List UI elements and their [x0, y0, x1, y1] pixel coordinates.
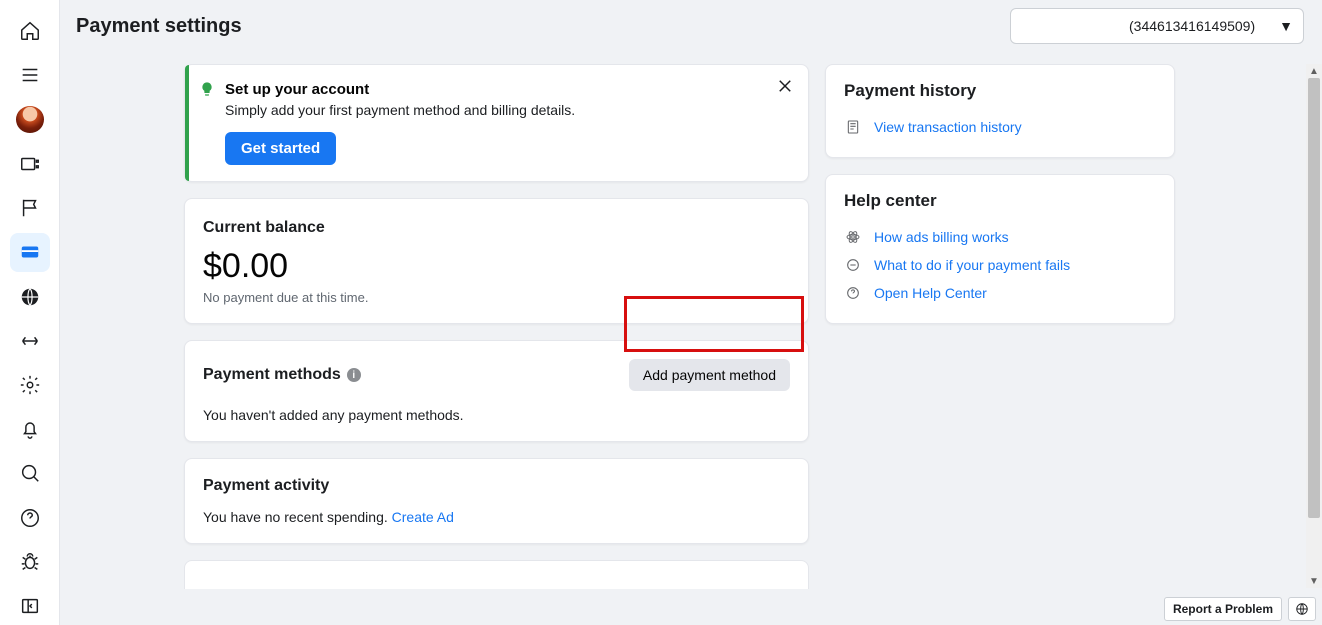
main-area: Payment settings (344613416149509) ▼ Set… — [60, 0, 1322, 625]
nav-globe[interactable] — [10, 278, 50, 316]
balance-amount: $0.00 — [203, 247, 790, 286]
ads-icon — [19, 153, 41, 175]
report-problem-button[interactable]: Report a Problem — [1164, 597, 1282, 621]
setup-title: Set up your account — [225, 81, 768, 98]
activity-title: Payment activity — [203, 477, 790, 495]
scroll-thumb[interactable] — [1308, 78, 1320, 518]
search-icon — [19, 462, 41, 484]
balance-title: Current balance — [203, 219, 790, 237]
nav-bug[interactable] — [10, 543, 50, 581]
payment-methods-empty: You haven't added any payment methods. — [203, 407, 790, 423]
vertical-scrollbar[interactable]: ▲ ▼ — [1306, 64, 1322, 588]
globe-icon — [1295, 602, 1309, 616]
scroll-down-icon[interactable]: ▼ — [1306, 574, 1322, 588]
history-title: Payment history — [844, 81, 1156, 101]
nav-flag[interactable] — [10, 189, 50, 227]
bell-icon — [19, 418, 41, 440]
nav-search[interactable] — [10, 454, 50, 492]
create-ad-link[interactable]: Create Ad — [392, 509, 454, 525]
nav-ads[interactable] — [10, 145, 50, 183]
content-scroll: Set up your account Simply add your firs… — [60, 64, 1296, 589]
payment-methods-title: Payment methods — [203, 366, 341, 384]
receipt-icon — [844, 119, 862, 135]
help-title: Help center — [844, 191, 1156, 211]
scroll-up-icon[interactable]: ▲ — [1306, 64, 1322, 78]
info-icon[interactable]: i — [347, 368, 361, 382]
footer-globe-button[interactable] — [1288, 597, 1316, 621]
account-id: (344613416149509) — [1129, 18, 1255, 34]
menu-icon — [19, 64, 41, 86]
nav-events[interactable] — [10, 322, 50, 360]
gear-icon — [19, 374, 41, 396]
activity-text: You have no recent spending. — [203, 509, 392, 525]
help-center-card: Help center How ads billing works What t… — [825, 174, 1175, 324]
help-link-open-center[interactable]: Open Help Center — [874, 285, 987, 301]
page-header: Payment settings (344613416149509) ▼ — [60, 0, 1322, 52]
help-icon — [19, 507, 41, 529]
minus-circle-icon — [844, 257, 862, 273]
balance-note: No payment due at this time. — [203, 290, 790, 305]
setup-desc: Simply add your first payment method and… — [225, 102, 768, 118]
nav-home[interactable] — [10, 12, 50, 50]
get-started-button[interactable]: Get started — [225, 132, 336, 165]
home-icon — [19, 20, 41, 42]
nav-notifications[interactable] — [10, 410, 50, 448]
events-icon — [19, 330, 41, 352]
page-title: Payment settings — [76, 15, 242, 38]
card-icon — [19, 241, 41, 263]
globe-icon — [19, 286, 41, 308]
bug-icon — [19, 551, 41, 573]
atom-icon — [844, 229, 862, 245]
payment-history-card: Payment history View transaction history — [825, 64, 1175, 158]
footer-bar: Report a Problem — [1164, 597, 1316, 621]
left-nav-sidebar — [0, 0, 60, 625]
user-avatar[interactable] — [16, 106, 44, 133]
nav-collapse[interactable] — [10, 587, 50, 625]
view-transaction-history-link[interactable]: View transaction history — [874, 119, 1022, 135]
nav-menu[interactable] — [10, 56, 50, 94]
payment-methods-card: Payment methods i Add payment method You… — [184, 340, 809, 442]
nav-settings[interactable] — [10, 366, 50, 404]
add-payment-method-button[interactable]: Add payment method — [629, 359, 790, 391]
payment-activity-card: Payment activity You have no recent spen… — [184, 458, 809, 544]
question-circle-icon — [844, 285, 862, 301]
flag-icon — [19, 197, 41, 219]
setup-account-card: Set up your account Simply add your firs… — [184, 64, 809, 182]
close-icon[interactable] — [776, 77, 794, 100]
help-link-payment-fail[interactable]: What to do if your payment fails — [874, 257, 1070, 273]
account-selector[interactable]: (344613416149509) ▼ — [1010, 8, 1304, 44]
current-balance-card: Current balance $0.00 No payment due at … — [184, 198, 809, 324]
next-card-stub — [184, 560, 809, 589]
nav-help[interactable] — [10, 498, 50, 536]
help-link-billing[interactable]: How ads billing works — [874, 229, 1009, 245]
collapse-icon — [19, 595, 41, 617]
nav-billing[interactable] — [10, 233, 50, 271]
lightbulb-icon — [199, 81, 215, 102]
chevron-down-icon: ▼ — [1279, 18, 1293, 34]
